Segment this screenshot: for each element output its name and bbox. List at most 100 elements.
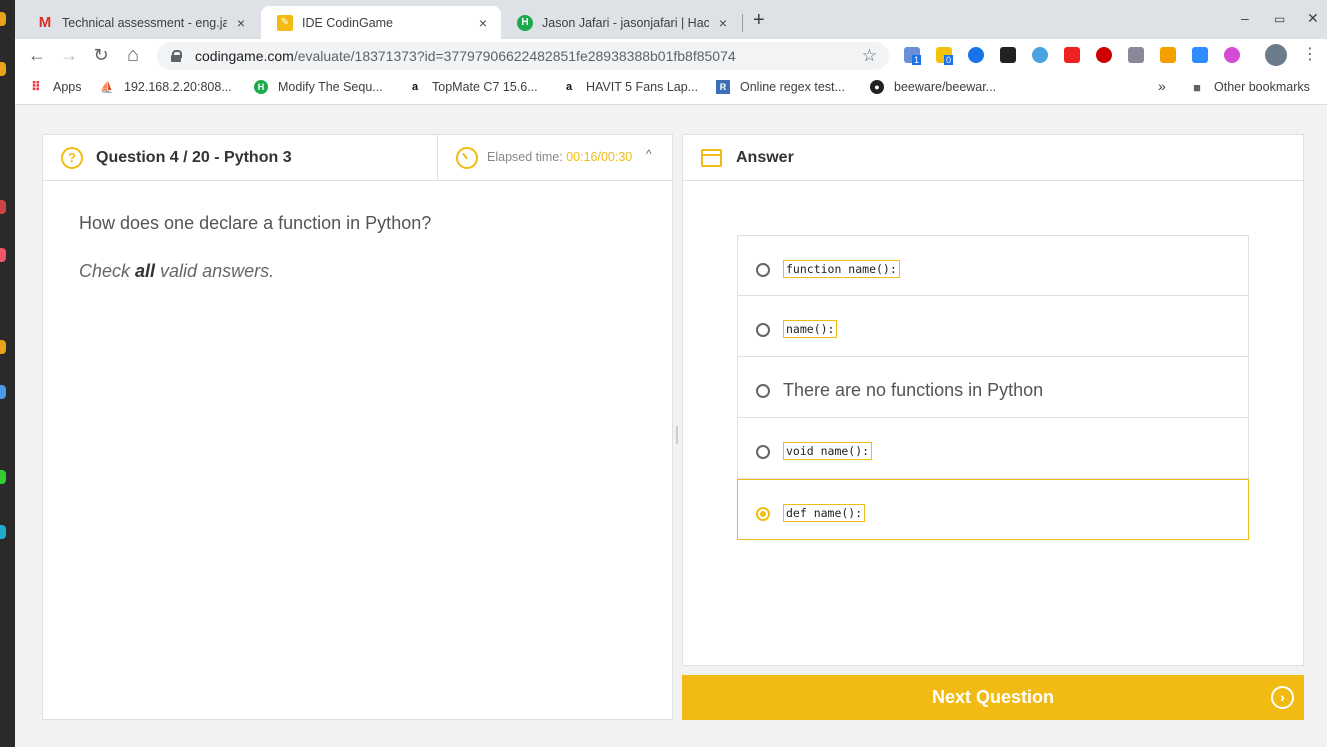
phpmyadmin-icon: ⛵ (100, 81, 114, 94)
other-bookmarks[interactable]: ■ Other bookmarks (1190, 80, 1310, 95)
extension-badge: 1 (912, 55, 922, 65)
maximize-button[interactable]: ▭ (1274, 12, 1285, 26)
bookmark-label: beeware/beewar... (894, 80, 997, 94)
arrow-right-circle-icon: › (1271, 686, 1294, 709)
bookmark-label: TopMate C7 15.6... (432, 80, 538, 94)
hackerrank-icon: H (254, 80, 268, 94)
option-text: There are no functions in Python (783, 379, 1044, 400)
profile-avatar[interactable] (1265, 44, 1287, 66)
bookmark-amazon-topmate[interactable]: a TopMate C7 15.6... (408, 80, 538, 94)
hint-post: valid answers. (155, 261, 275, 281)
satellite-extension-icon[interactable] (1128, 47, 1144, 63)
menu-icon[interactable]: ⋮ (1299, 44, 1321, 66)
browser-window: M Technical assessment - eng.jaf × ✎ IDE… (15, 0, 1327, 747)
address-bar[interactable]: codingame.com/evaluate/18371373?id=37797… (157, 42, 889, 70)
dock-app-icon[interactable] (0, 248, 6, 262)
radio-button[interactable] (756, 263, 770, 277)
question-text: How does one declare a function in Pytho… (79, 213, 432, 233)
bookmark-label: 192.168.2.20:808... (124, 80, 232, 94)
close-icon[interactable]: × (475, 15, 491, 31)
bookmark-star-icon[interactable]: ☆ (862, 46, 877, 66)
bookmark-label: HAVIT 5 Fans Lap... (586, 80, 699, 94)
close-icon[interactable]: × (233, 15, 249, 31)
bookmark-amazon-havit[interactable]: a HAVIT 5 Fans Lap... (562, 80, 698, 94)
a-extension-icon[interactable] (968, 47, 984, 63)
ghost-extension-icon[interactable] (1000, 47, 1016, 63)
tab-separator (742, 14, 743, 32)
dock-app-icon[interactable] (0, 200, 6, 214)
video-extension-icon[interactable] (1064, 47, 1080, 63)
tab-hackerrank[interactable]: H Jason Jafari - jasonjafari | Hac × (501, 6, 741, 39)
panel-splitter-handle[interactable] (676, 426, 678, 444)
dock-app-icon[interactable] (0, 525, 6, 539)
answer-option-selected[interactable]: def name(): (737, 479, 1249, 540)
forward-button[interactable]: → (58, 44, 80, 66)
new-tab-button[interactable]: + (753, 9, 765, 32)
bookmark-regex[interactable]: R Online regex test... (716, 80, 845, 94)
answer-option[interactable]: function name(): (737, 235, 1249, 296)
shield-extension-icon[interactable] (1160, 47, 1176, 63)
answer-option[interactable]: name(): (737, 296, 1249, 357)
option-code: def name(): (783, 503, 866, 522)
reload-button[interactable]: ↻ (90, 44, 112, 66)
amazon-icon: a (411, 81, 419, 93)
stopwatch-icon (456, 147, 478, 169)
back-button[interactable]: ← (26, 44, 48, 66)
bookmark-hackerrank[interactable]: H Modify The Sequ... (254, 80, 383, 94)
question-title: Question 4 / 20 - Python 3 (96, 149, 292, 166)
radio-extension-icon[interactable] (1224, 47, 1240, 63)
codingame-icon: ✎ (277, 14, 293, 31)
bookmark-label: Online regex test... (740, 80, 845, 94)
radio-button[interactable] (756, 384, 770, 398)
close-window-button[interactable]: ✕ (1307, 10, 1319, 27)
elapsed-time: Elapsed time: 00:16/00:30 (487, 150, 632, 164)
next-question-button[interactable]: Next Question › (682, 675, 1304, 720)
home-button[interactable]: ⌂ (122, 44, 144, 66)
close-icon[interactable]: × (715, 15, 731, 31)
chevron-up-icon[interactable]: ^ (646, 147, 652, 161)
hint-bold: all (135, 261, 156, 281)
option-code: void name(): (783, 442, 873, 460)
question-header: ? Question 4 / 20 - Python 3 Elapsed tim… (43, 135, 672, 181)
answer-option[interactable]: void name(): (737, 418, 1249, 479)
radio-button[interactable] (756, 323, 770, 337)
radio-button-selected[interactable] (756, 507, 770, 521)
dock-app-icon[interactable] (0, 470, 6, 484)
tab-gmail[interactable]: M Technical assessment - eng.jaf × (21, 6, 259, 39)
url-host: codingame.com (195, 48, 294, 64)
dock-app-icon[interactable] (0, 12, 6, 26)
elapsed-value: 00:16/00:30 (566, 150, 633, 164)
amazon-icon: a (565, 81, 573, 93)
dock-app-icon[interactable] (0, 385, 6, 399)
regex-icon: R (716, 80, 730, 94)
elapsed-timer[interactable]: Elapsed time: 00:16/00:30 ^ (437, 135, 673, 180)
other-bookmarks-label: Other bookmarks (1214, 80, 1310, 94)
code-window-icon (701, 149, 722, 167)
zoom-extension-icon[interactable] (1192, 47, 1208, 63)
extension-badge: 0 (944, 55, 954, 65)
github-icon: ● (870, 80, 884, 94)
answer-header: Answer (683, 135, 1303, 181)
dock-app-icon[interactable] (0, 62, 6, 76)
bookmark-phpmyadmin[interactable]: ⛵ 192.168.2.20:808... (100, 80, 232, 94)
tab-codingame[interactable]: ✎ IDE CodinGame × (261, 6, 501, 39)
apps-grid-icon: ⠿ (30, 79, 42, 94)
hackerrank-icon: H (517, 14, 533, 31)
bookmark-apps[interactable]: ⠿ Apps (29, 79, 82, 94)
answer-option[interactable]: There are no functions in Python (737, 357, 1249, 418)
question-mark-icon: ? (61, 147, 83, 169)
notes-extension-icon[interactable]: 0 (936, 47, 954, 65)
cloud-extension-icon[interactable] (1032, 47, 1048, 63)
dock-app-icon[interactable] (0, 340, 6, 354)
url-path: /evaluate/18371373?id=37797906622482851f… (293, 48, 736, 64)
option-code: name(): (783, 320, 838, 338)
radio-button[interactable] (756, 445, 770, 459)
calendar-extension-icon[interactable]: 1 (904, 47, 922, 65)
elapsed-label: Elapsed time: (487, 150, 567, 164)
minimize-button[interactable]: – (1241, 10, 1249, 26)
bookmark-label: Apps (53, 80, 82, 94)
bookmark-github[interactable]: ● beeware/beewar... (870, 80, 996, 94)
lock-icon[interactable] (171, 50, 182, 62)
record-extension-icon[interactable] (1096, 47, 1112, 63)
bookmarks-overflow-button[interactable]: » (1158, 78, 1166, 94)
